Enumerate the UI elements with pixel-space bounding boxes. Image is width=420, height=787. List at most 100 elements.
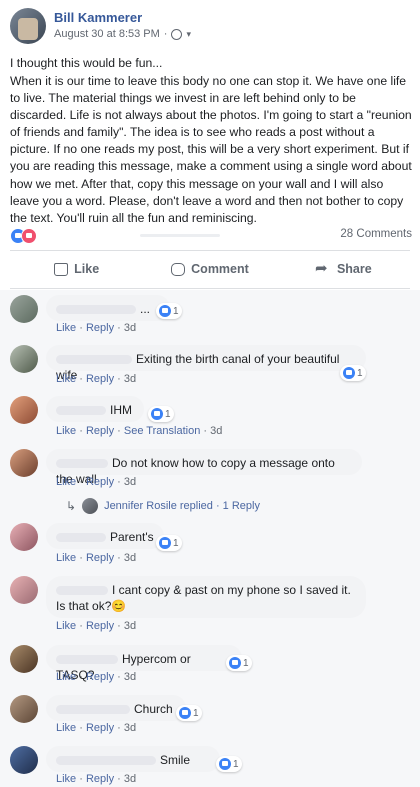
comment-text: Parent's [110,530,154,544]
comment-like-badge[interactable]: 1 [216,756,242,772]
comment-actions: Like · Reply · 3d [56,773,137,785]
globe-icon[interactable] [171,28,183,40]
comment-like-link[interactable]: Like [56,373,76,385]
post-meta: August 30 at 8:53 PM · ▾ [54,28,191,40]
comment-bubble: Parent's [46,523,164,549]
comment-like-link[interactable]: Like [56,671,76,683]
comment-reply-link[interactable]: Reply [86,722,114,734]
comment-actions: Like · Reply · 3d [56,552,137,564]
comment-text: ... [140,302,151,316]
post-first-line: I thought this would be fun... [10,56,163,70]
avatar[interactable] [10,746,38,774]
comment-reply-link[interactable]: Reply [86,373,114,385]
comment-like-link[interactable]: Like [56,476,76,488]
comment-bubble: ... [46,295,170,321]
comment-like-badge[interactable]: 1 [156,303,182,319]
comment-time[interactable]: 3d [124,671,136,683]
redacted-name [56,355,132,365]
post-actions: Like Comment Share [10,254,410,284]
comment-actions: Like · Reply · 3d [56,671,137,683]
comment-text: Smile [160,753,191,767]
reply-arrow-icon: ↳ [66,499,77,513]
comment-reply-link[interactable]: Reply [86,322,114,334]
comment-bubble: Hypercom or TASQ? [46,645,242,682]
comment-label: Comment [191,262,249,276]
avatar[interactable] [10,695,38,723]
redacted-reactors [140,234,220,237]
redacted-name [56,459,108,469]
comment-like-badge[interactable]: 1 [156,535,182,551]
comment-actions: Like · Reply · 3d [56,322,137,334]
thumbs-up-icon [54,262,69,276]
replies-summary[interactable]: ↳ Jennifer Rosile replied · 1 Reply [66,498,260,514]
comment-actions: Like · Reply · 3d [56,476,137,488]
avatar[interactable] [10,396,38,424]
comment-actions: Like · Reply · 3d [56,373,137,385]
comment-bubble: I cant copy & past on my phone so I save… [46,576,366,618]
author-avatar[interactable] [10,8,46,44]
post-header: Bill Kammerer August 30 at 8:53 PM · ▾ [10,8,410,48]
divider [10,250,410,251]
comment-bubble: Exiting the birth canal of your beautifu… [46,345,366,382]
comment-like-link[interactable]: Like [56,425,76,437]
comment-like-link[interactable]: Like [56,552,76,564]
comment-like-badge[interactable]: 1 [340,365,366,381]
share-button[interactable]: Share [277,254,410,284]
comment-like-badge[interactable]: 1 [148,406,174,422]
comment-actions: Like · Reply · 3d [56,620,137,632]
like-button[interactable]: Like [10,254,143,284]
post-body: When it is our time to leave this body n… [10,74,412,225]
comment-like-badge[interactable]: 1 [226,655,252,671]
like-icon [159,537,171,549]
avatar[interactable] [10,295,38,323]
comment-text: IHM [110,403,132,417]
like-icon [151,408,163,420]
comment-time[interactable]: 3d [124,722,136,734]
avatar [82,498,99,514]
redacted-name [56,705,130,715]
comments-count[interactable]: 28 Comments [340,228,412,240]
comment-button[interactable]: Comment [143,254,276,284]
comment-icon [171,262,186,276]
avatar[interactable] [10,645,38,673]
comment-reply-link[interactable]: Reply [86,671,114,683]
chevron-down-icon[interactable]: ▾ [186,29,191,40]
comment-reply-link[interactable]: Reply [86,425,114,437]
comment-time[interactable]: 3d [124,620,136,632]
comment-text: Church [134,702,173,716]
redacted-name [56,586,108,596]
love-reaction-icon[interactable] [21,228,37,244]
comment-like-link[interactable]: Like [56,322,76,334]
redacted-name [56,655,118,665]
avatar[interactable] [10,449,38,477]
comment-time[interactable]: 3d [124,373,136,385]
comment-like-badge[interactable]: 1 [176,705,202,721]
comment-reply-link[interactable]: Reply [86,476,114,488]
redacted-name [56,406,106,416]
comment-like-link[interactable]: Like [56,773,76,785]
author-name[interactable]: Bill Kammerer [54,10,142,25]
comment-reply-link[interactable]: Reply [86,552,114,564]
avatar[interactable] [10,576,38,604]
comment-like-link[interactable]: Like [56,722,76,734]
avatar[interactable] [10,523,38,551]
comment-time[interactable]: 3d [124,773,136,785]
comment-bubble: Do not know how to copy a message onto t… [46,449,362,486]
share-icon [315,259,331,277]
like-icon [219,758,231,770]
comment-reply-link[interactable]: Reply [86,773,114,785]
comment-like-link[interactable]: Like [56,620,76,632]
like-label: Like [74,262,100,276]
comment-bubble: Smile [46,746,220,772]
comment-time[interactable]: 3d [124,322,136,334]
replies-summary-text: Jennifer Rosile replied · 1 Reply [104,500,260,512]
comment-time[interactable]: 3d [124,552,136,564]
post-timestamp[interactable]: August 30 at 8:53 PM [54,28,160,40]
comment-time[interactable]: 3d [124,476,136,488]
like-icon [229,657,241,669]
comment-reply-link[interactable]: Reply [86,620,114,632]
like-icon [343,367,355,379]
see-translation-link[interactable]: See Translation [124,425,200,437]
avatar[interactable] [10,345,38,373]
comment-time[interactable]: 3d [210,425,222,437]
